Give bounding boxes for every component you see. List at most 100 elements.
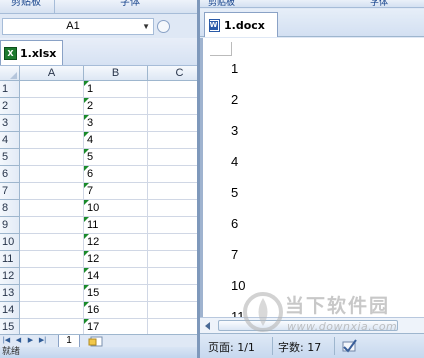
cell-c[interactable] [148,98,197,115]
cell-c[interactable] [148,251,197,268]
document-line[interactable]: 3 [231,123,238,138]
insert-sheet-icon[interactable] [88,336,104,347]
cell-c[interactable] [148,319,197,334]
insert-function-icon[interactable] [157,20,170,33]
document-line[interactable]: 5 [231,185,238,200]
scroll-thumb[interactable] [218,320,398,331]
cell-a[interactable] [20,302,84,319]
row-header[interactable]: 9 [0,217,20,234]
document-line[interactable]: 10 [231,278,245,293]
cell-a[interactable] [20,98,84,115]
proofing-check-icon[interactable] [340,338,358,354]
cell-a[interactable] [20,200,84,217]
cell-b[interactable]: 3 [84,115,148,132]
cell-b[interactable]: 10 [84,200,148,217]
row-header[interactable]: 10 [0,234,20,251]
spreadsheet-grid[interactable]: A B C 1 1 2 2 3 3 4 4 5 5 6 6 7 7 8 10 9 11 10 12 11 12 12 14 13… [0,66,197,334]
excel-file-icon: X [4,46,17,60]
ribbon-group-font[interactable]: 字体 [110,0,150,12]
cell-c[interactable] [148,217,197,234]
cell-b[interactable]: 17 [84,319,148,334]
document-tab-strip: 1.docx [200,9,424,37]
prev-sheet-icon[interactable]: ◀ [14,336,23,346]
cell-c[interactable] [148,285,197,302]
cell-a[interactable] [20,132,84,149]
cell-c[interactable] [148,200,197,217]
cell-b[interactable]: 12 [84,251,148,268]
cell-a[interactable] [20,81,84,98]
cell-c[interactable] [148,268,197,285]
cell-c[interactable] [148,166,197,183]
word-status-bar: 页面: 1/1 字数: 17 [200,333,424,358]
cell-c[interactable] [148,302,197,319]
document-line[interactable]: 2 [231,92,238,107]
cell-a[interactable] [20,268,84,285]
cell-c[interactable] [148,81,197,98]
select-all-corner[interactable] [0,66,20,81]
chevron-down-icon[interactable]: ▼ [142,19,150,34]
word-count[interactable]: 字数: 17 [278,339,321,355]
name-box[interactable]: A1 ▼ [2,18,154,35]
cell-c[interactable] [148,234,197,251]
row-header[interactable]: 12 [0,268,20,285]
column-header-c[interactable]: C [148,66,197,81]
page-count[interactable]: 页面: 1/1 [208,339,255,355]
document-line[interactable]: 11 [231,309,245,317]
column-header-a[interactable]: A [20,66,84,81]
row-header[interactable]: 6 [0,166,20,183]
ribbon-group-font[interactable]: 字体 [370,0,388,7]
cell-a[interactable] [20,251,84,268]
row-header[interactable]: 11 [0,251,20,268]
row-header[interactable]: 3 [0,115,20,132]
cell-a[interactable] [20,234,84,251]
cell-b[interactable]: 12 [84,234,148,251]
cell-a[interactable] [20,166,84,183]
document-line[interactable]: 1 [231,61,238,76]
cell-c[interactable] [148,183,197,200]
cell-b[interactable]: 1 [84,81,148,98]
cell-c[interactable] [148,132,197,149]
cell-c[interactable] [148,115,197,132]
ribbon-group-clipboard[interactable]: 剪贴板 [0,0,52,12]
cell-b[interactable]: 16 [84,302,148,319]
cell-a[interactable] [20,319,84,334]
cell-b[interactable]: 14 [84,268,148,285]
cell-b[interactable]: 11 [84,217,148,234]
cell-a[interactable] [20,183,84,200]
row-header[interactable]: 2 [0,98,20,115]
cell-c[interactable] [148,149,197,166]
column-header-b[interactable]: B [84,66,148,81]
row-header[interactable]: 1 [0,81,20,98]
first-sheet-icon[interactable]: |◀ [2,336,11,346]
ribbon-group-clipboard[interactable]: 剪贴板 [208,0,235,7]
cell-b[interactable]: 6 [84,166,148,183]
workbook-tab[interactable]: X 1.xlsx [0,40,63,65]
horizontal-scrollbar[interactable] [200,317,424,333]
row-header[interactable]: 14 [0,302,20,319]
document-line[interactable]: 7 [231,247,238,262]
row-header[interactable]: 8 [0,200,20,217]
cell-a[interactable] [20,217,84,234]
scroll-left-icon[interactable] [205,322,210,330]
cell-b[interactable]: 7 [84,183,148,200]
row-header[interactable]: 5 [0,149,20,166]
last-sheet-icon[interactable]: ▶| [38,336,47,346]
document-tab[interactable]: 1.docx [204,12,278,37]
next-sheet-icon[interactable]: ▶ [26,336,35,346]
cell-b[interactable]: 2 [84,98,148,115]
row-header[interactable]: 4 [0,132,20,149]
row-header[interactable]: 13 [0,285,20,302]
document-page[interactable]: 1 2 3 4 5 6 7 10 11 [203,38,424,317]
cell-a[interactable] [20,115,84,132]
cell-a[interactable] [20,149,84,166]
row-header[interactable]: 15 [0,319,20,334]
cell-b[interactable]: 15 [84,285,148,302]
row-header[interactable]: 7 [0,183,20,200]
word-ribbon-groups: 剪贴板 字体 [200,0,424,8]
cell-b[interactable]: 4 [84,132,148,149]
cell-b[interactable]: 5 [84,149,148,166]
document-line[interactable]: 6 [231,216,238,231]
document-line[interactable]: 4 [231,154,238,169]
sheet-tab-bar: |◀ ◀ ▶ ▶| 1 [0,334,197,348]
cell-a[interactable] [20,285,84,302]
